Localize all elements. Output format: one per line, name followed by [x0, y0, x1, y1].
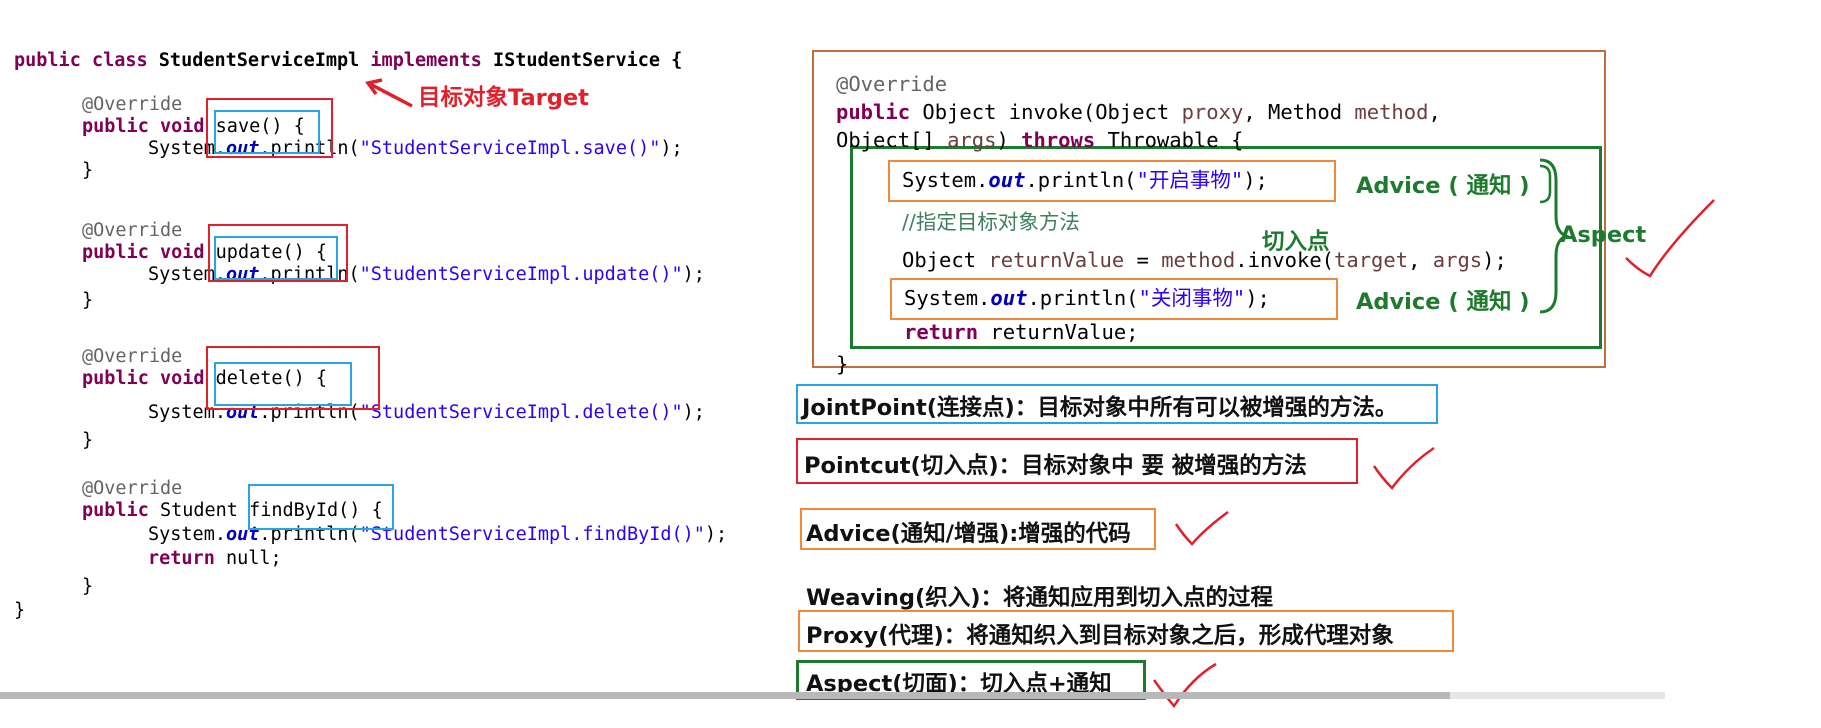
invoke-annotation: @Override — [836, 72, 948, 96]
method-findbyid-body: System.out.println("StudentServiceImpl.f… — [148, 524, 728, 545]
horizontal-scrollbar[interactable] — [0, 692, 1450, 699]
method-delete-close: } — [82, 430, 94, 451]
checkmark-aspect-icon — [1625, 199, 1715, 278]
method-save-close: } — [82, 160, 94, 181]
checkmark-advice-icon — [1174, 510, 1229, 546]
definition-joinpoint: JointPoint(连接点)：目标对象中所有可以被增强的方法。 — [802, 395, 1398, 421]
target-label: 目标对象Target — [418, 85, 589, 111]
advice-close-statement: System.out.println("关闭事物"); — [904, 286, 1270, 310]
method-findbyid-return: return null; — [148, 548, 282, 569]
method-findbyid-close: } — [82, 576, 94, 597]
definition-proxy: Proxy(代理)：将通知织入到目标对象之后，形成代理对象 — [806, 623, 1394, 649]
joinpoint-box-save — [214, 110, 320, 154]
class-declaration: public class StudentServiceImpl implemen… — [14, 50, 682, 72]
invoke-close-brace: } — [836, 352, 849, 376]
advice-small-brace-top-icon — [1539, 164, 1552, 204]
class-close-brace: } — [14, 600, 26, 621]
target-arrow-icon — [365, 78, 413, 108]
class-name: StudentServiceImpl — [147, 50, 371, 71]
invoke-signature-line1: public Object invoke(Object proxy, Metho… — [836, 100, 1441, 124]
checkmark-aspect-def-icon — [1152, 662, 1217, 709]
joinpoint-box-update — [214, 236, 338, 280]
return-statement: return returnValue; — [904, 320, 1139, 344]
joinpoint-box-delete — [214, 362, 352, 406]
invoke-signature-line2: Object[] args) throws Throwable { — [836, 128, 1244, 152]
joinpoint-box-findbyid — [248, 484, 394, 530]
keyword-implements: implements — [370, 50, 482, 71]
method-save-annotation: @Override — [82, 94, 183, 115]
definition-weaving: Weaving(织入)：将通知应用到切入点的过程 — [806, 585, 1274, 611]
interface-name: IStudentService { — [481, 50, 683, 71]
method-update-close: } — [82, 290, 94, 311]
target-method-comment: //指定目标对象方法 — [902, 210, 1080, 234]
advice-open-statement: System.out.println("开启事物"); — [902, 168, 1268, 192]
definition-pointcut: Pointcut(切入点)：目标对象中 要 被增强的方法 — [804, 453, 1307, 479]
checkmark-pointcut-icon — [1372, 446, 1435, 490]
advice-bottom-label: Advice ( 通知 ) — [1356, 289, 1530, 315]
definition-advice: Advice(通知/增强):增强的代码 — [806, 521, 1131, 547]
method-update-annotation: @Override — [82, 220, 183, 241]
horizontal-scrollbar-track[interactable] — [1450, 692, 1665, 699]
method-delete-annotation: @Override — [82, 346, 183, 367]
method-findbyid-annotation: @Override — [82, 478, 183, 499]
keyword-public-class: public class — [14, 50, 148, 71]
target-invoke-statement: Object returnValue = method.invoke(targe… — [902, 248, 1507, 272]
advice-top-label: Advice ( 通知 ) — [1356, 173, 1530, 199]
